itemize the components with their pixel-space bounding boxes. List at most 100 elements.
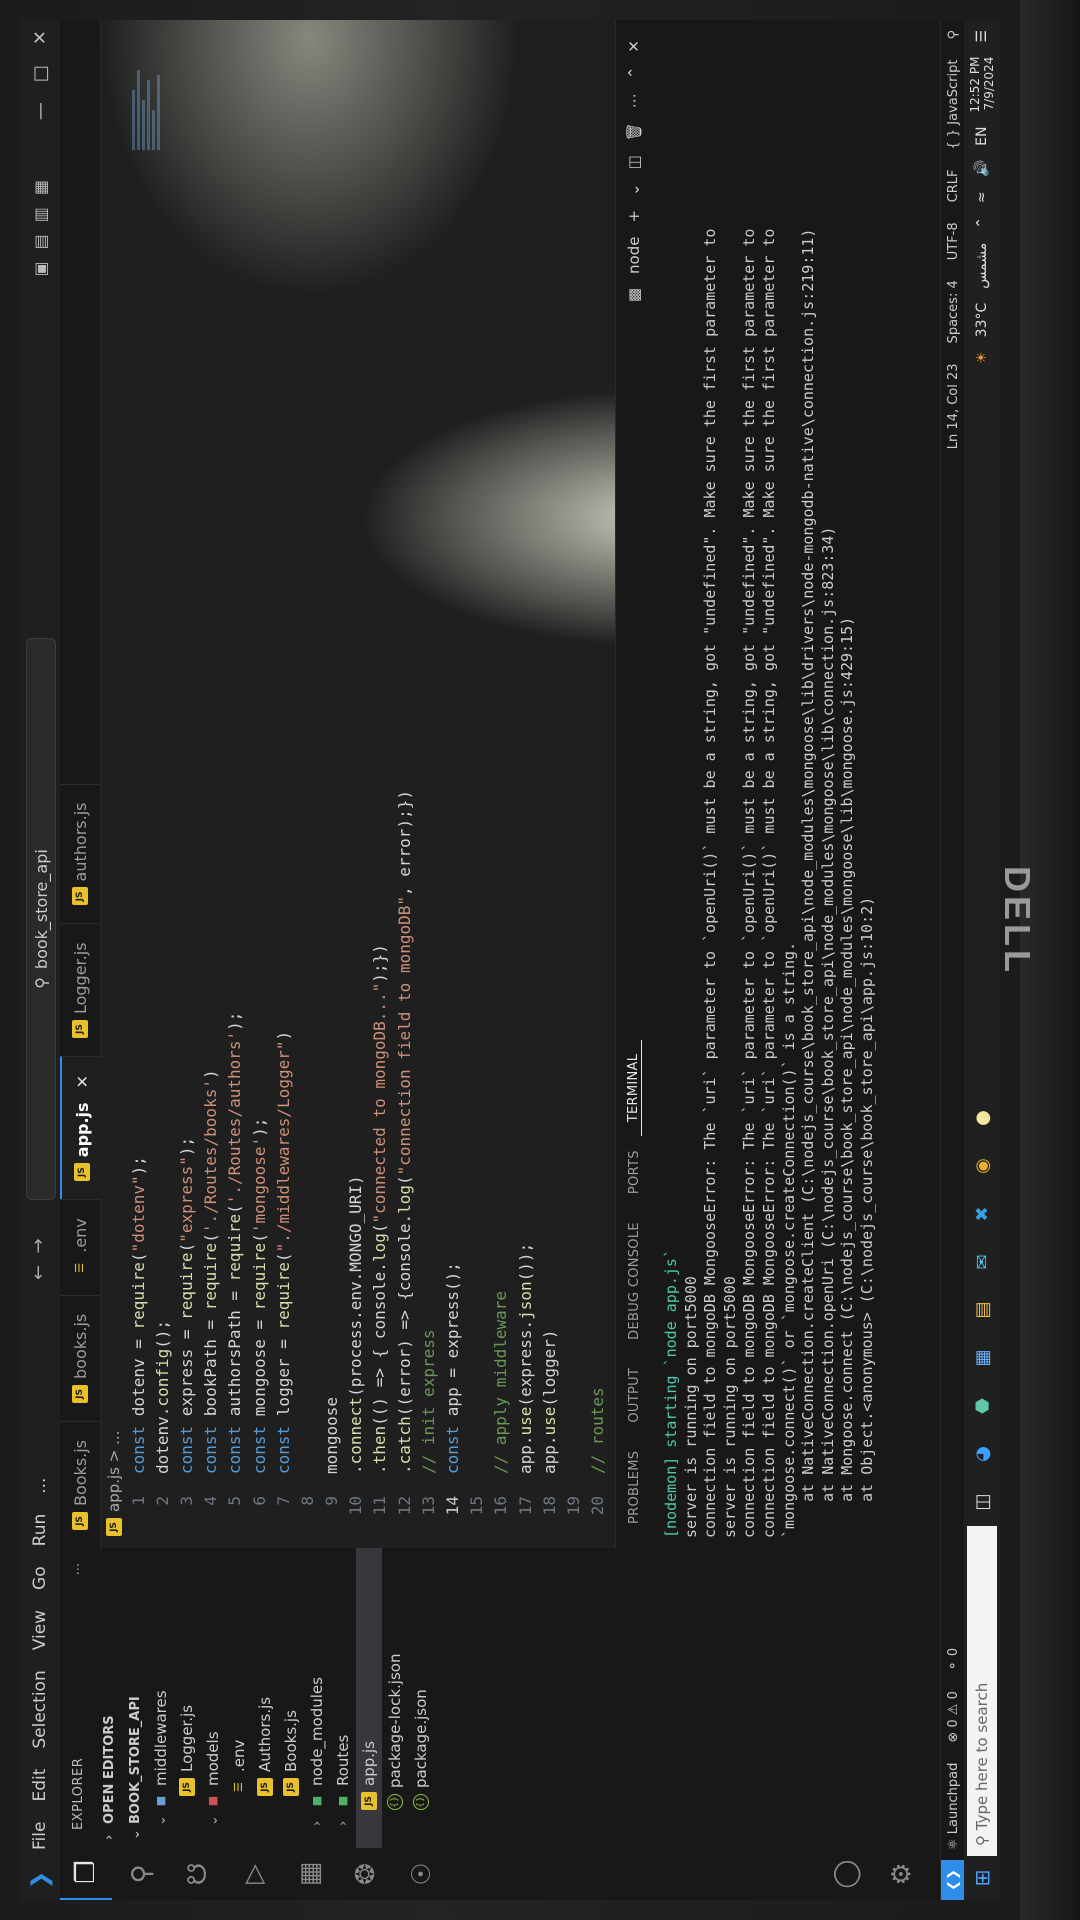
git-graph-icon[interactable]: ☉ — [396, 1848, 448, 1900]
code-line[interactable]: 9 mongoose — [320, 148, 344, 1548]
code-line[interactable]: 20 // routes — [586, 148, 610, 1548]
input-language[interactable]: EN — [974, 127, 990, 146]
more-actions-icon[interactable]: ⋯ — [71, 1562, 86, 1576]
menu-selection[interactable]: Selection — [30, 1660, 50, 1758]
taskbar-search[interactable]: ⚲ Type here to search — [967, 1526, 997, 1856]
code-line[interactable]: 15 — [465, 148, 489, 1548]
status-spaces[interactable]: Spaces: 4 — [946, 270, 961, 353]
tab-books-model[interactable]: JS Books.js — [60, 1420, 100, 1548]
code-line[interactable]: 10 .connect(process.env.MONGO_URI) — [344, 148, 368, 1548]
app-icon[interactable]: ● — [967, 1100, 997, 1136]
account-icon[interactable]: ◯ — [820, 1848, 872, 1900]
code-line[interactable]: 7 const logger = require("./middlewares/L… — [271, 148, 295, 1548]
panel-tab-ports[interactable]: PORTS — [627, 1136, 642, 1208]
panel-tab-debug-console[interactable]: DEBUG CONSOLE — [627, 1208, 642, 1354]
status-problems[interactable]: ⊗ 0 ⚠ 0 — [946, 1681, 961, 1753]
tab-logger[interactable]: JS Logger.js — [60, 923, 100, 1057]
nav-back-icon[interactable]: ← → — [28, 1238, 49, 1280]
extensions-icon[interactable]: ▦ — [284, 1848, 336, 1900]
minimap[interactable] — [130, 60, 190, 150]
weather-temp[interactable]: 33°C — [974, 303, 990, 338]
code-line[interactable]: 4 const bookPath = require('./Routes/book… — [199, 148, 223, 1548]
maximize-icon[interactable]: □ — [30, 65, 51, 82]
tree-item[interactable]: JS Books.js — [278, 1548, 304, 1848]
tree-item[interactable]: ☰ .env — [226, 1548, 252, 1848]
wifi-icon[interactable]: ≈ — [974, 191, 990, 203]
panel-tab-problems[interactable]: PROBLEMS — [627, 1437, 642, 1538]
toggle-sidebar-icon[interactable]: ▣ — [31, 261, 50, 276]
code-line[interactable]: 19 — [561, 148, 585, 1548]
code-line[interactable]: 17 app.use(express.json()); — [513, 148, 537, 1548]
chrome-canary-icon[interactable]: ⬣ — [967, 1388, 997, 1424]
vscode-taskbar-icon[interactable]: ✖ — [967, 1196, 997, 1232]
tree-item[interactable]: JS Logger.js — [174, 1548, 200, 1848]
toggle-secondary-icon[interactable]: ▥ — [31, 207, 50, 222]
explorer-icon[interactable]: ❐ — [60, 1846, 112, 1900]
search-icon[interactable]: ⚲ — [116, 1848, 168, 1900]
store-icon[interactable]: ▦ — [967, 1340, 997, 1376]
minimize-icon[interactable]: — — [30, 102, 51, 120]
edge-icon[interactable]: ◕ — [967, 1436, 997, 1472]
more-actions-icon[interactable]: ⋯ — [625, 93, 643, 108]
status-language[interactable]: { } JavaScript — [946, 50, 961, 160]
menu-run[interactable]: Run — [30, 1504, 50, 1557]
status-encoding[interactable]: UTF-8 — [946, 212, 961, 270]
close-panel-icon[interactable]: ✕ — [625, 40, 643, 53]
clock[interactable]: 12:52 PM 7/9/2024 — [968, 57, 996, 113]
menu-view[interactable]: View — [30, 1600, 50, 1660]
volume-icon[interactable]: 🔊 — [974, 160, 990, 177]
toggle-panel-icon[interactable]: ▤ — [31, 234, 50, 249]
code-line[interactable]: 6 const mongoose = require('mongoose'); — [247, 148, 271, 1548]
open-editors-section[interactable]: › OPEN EDITORS — [96, 1548, 122, 1848]
source-control-icon[interactable]: ☋ — [172, 1848, 224, 1900]
code-line[interactable]: 11 .then(() => { console.log("connected t… — [368, 148, 392, 1548]
mail-icon[interactable]: ✉ — [967, 1244, 997, 1280]
close-icon[interactable]: ✕ — [30, 30, 51, 45]
code-line[interactable]: 3 const express = require("express"); — [174, 148, 198, 1548]
split-terminal-icon[interactable]: ◫ — [625, 155, 643, 169]
tree-item[interactable]: ⌄ ■ models — [200, 1548, 226, 1848]
tree-item[interactable]: {} package.json — [408, 1548, 434, 1848]
code-line[interactable]: 2 dotenv.config(); — [150, 148, 174, 1548]
status-launchpad[interactable]: ⚛ Launchpad — [946, 1753, 961, 1860]
tree-item[interactable]: › ■ Routes — [330, 1548, 356, 1848]
menu-edit[interactable]: Edit — [30, 1759, 50, 1812]
terminal-output[interactable]: [nodemon] starting `node app.js` server i… — [662, 30, 878, 1538]
tree-item[interactable]: JS Authors.js — [252, 1548, 278, 1848]
code-line[interactable]: 14 const app = express(); — [440, 148, 464, 1548]
chevron-up-icon[interactable]: ⌃ — [625, 67, 643, 80]
windows-start-icon[interactable]: ⊞ — [970, 1856, 994, 1900]
code-line[interactable]: 1 const dotenv = require("dotenv"); — [126, 148, 150, 1548]
task-view-icon[interactable]: ◫ — [967, 1484, 997, 1520]
panel-tab-terminal[interactable]: TERMINAL — [626, 1039, 642, 1137]
tree-item[interactable]: {} package-lock.json — [382, 1548, 408, 1848]
code-line[interactable]: 5 const authorsPath = require('./Routes/a… — [223, 148, 247, 1548]
breadcrumb[interactable]: JS app.js > ... — [101, 20, 127, 1548]
code-line[interactable]: 16 // apply middleware — [489, 148, 513, 1548]
menu-go[interactable]: Go — [30, 1556, 50, 1600]
notifications-bell-icon[interactable]: ⚲ — [946, 20, 961, 50]
new-terminal-icon[interactable]: + — [625, 210, 643, 223]
tab-authors[interactable]: JS authors.js — [60, 783, 100, 924]
tab-env[interactable]: ☰ .env — [60, 1199, 100, 1295]
tab-app-js[interactable]: JS app.js ✕ — [60, 1056, 102, 1200]
file-explorer-icon[interactable]: ▤ — [967, 1292, 997, 1328]
customize-layout-icon[interactable]: ▦ — [31, 180, 50, 195]
project-section[interactable]: ⌄ BOOK_STORE_API — [122, 1548, 148, 1848]
status-ports[interactable]: ⚬ 0 — [946, 1638, 961, 1681]
tree-item[interactable]: › ■ node_modules — [304, 1548, 330, 1848]
code-line[interactable]: 8 — [295, 148, 319, 1548]
menu-file[interactable]: File — [30, 1812, 50, 1860]
run-debug-icon[interactable]: ▷ — [228, 1848, 280, 1900]
tree-item[interactable]: ⌄ ■ middlewares — [148, 1548, 174, 1848]
code-line[interactable]: 13 // init express — [416, 148, 440, 1548]
chrome-icon[interactable]: ◉ — [967, 1148, 997, 1184]
remote-icon[interactable]: ❮❯ — [941, 1860, 965, 1900]
command-center[interactable]: ⚲ book_store_api — [26, 638, 56, 1200]
close-tab-icon[interactable]: ✕ — [73, 1075, 92, 1088]
status-eol[interactable]: CRLF — [946, 160, 961, 213]
panel-tab-output[interactable]: OUTPUT — [627, 1354, 642, 1437]
chevron-down-icon[interactable]: ⌄ — [625, 183, 643, 196]
chevron-up-icon[interactable]: ⌃ — [974, 217, 990, 229]
notification-icon[interactable]: ☰ — [974, 30, 990, 43]
